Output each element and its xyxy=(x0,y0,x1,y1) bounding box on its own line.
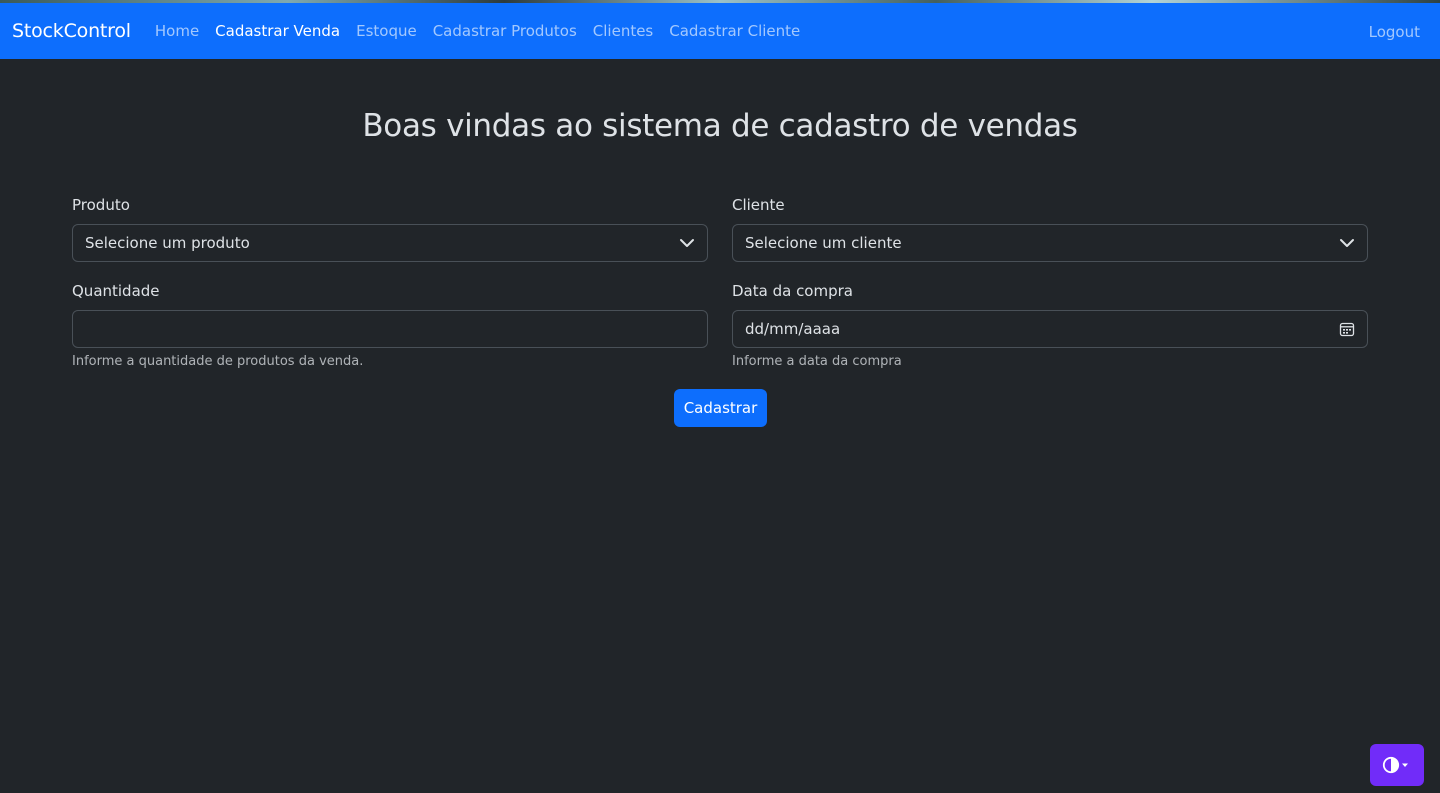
theme-toggle-button[interactable] xyxy=(1370,744,1424,786)
calendar-icon[interactable] xyxy=(1339,321,1355,337)
data-compra-field: Data da compra dd/mm/aaaa Informe a data… xyxy=(732,282,1368,369)
chevron-down-icon xyxy=(1340,239,1354,247)
cliente-label: Cliente xyxy=(732,196,785,214)
nav-link-home[interactable]: Home xyxy=(147,22,207,40)
nav-link-clientes[interactable]: Clientes xyxy=(585,22,661,40)
nav-link-cadastrar-venda[interactable]: Cadastrar Venda xyxy=(207,22,348,40)
navbar: StockControl Home Cadastrar Venda Estoqu… xyxy=(0,3,1440,59)
brand-logo[interactable]: StockControl xyxy=(12,20,131,42)
logout-link[interactable]: Logout xyxy=(1361,23,1428,41)
nav-right: Logout xyxy=(1361,22,1428,41)
page-title: Boas vindas ao sistema de cadastro de ve… xyxy=(362,108,1078,144)
quantidade-field: Quantidade Informe a quantidade de produ… xyxy=(72,282,708,369)
nav-links: Home Cadastrar Venda Estoque Cadastrar P… xyxy=(147,22,808,40)
data-compra-help-text: Informe a data da compra xyxy=(732,354,902,369)
nav-link-cadastrar-produtos[interactable]: Cadastrar Produtos xyxy=(425,22,585,40)
cliente-field: Cliente Selecione um cliente xyxy=(732,196,1368,262)
quantidade-label: Quantidade xyxy=(72,282,160,300)
data-compra-input[interactable]: dd/mm/aaaa xyxy=(732,310,1368,348)
data-compra-label: Data da compra xyxy=(732,282,853,300)
produto-label: Produto xyxy=(72,196,130,214)
produto-select[interactable]: Selecione um produto xyxy=(72,224,708,262)
data-compra-placeholder: dd/mm/aaaa xyxy=(745,320,841,338)
cadastrar-button[interactable]: Cadastrar xyxy=(674,389,767,427)
contrast-icon xyxy=(1382,756,1408,774)
cliente-select[interactable]: Selecione um cliente xyxy=(732,224,1368,262)
nav-link-cadastrar-cliente[interactable]: Cadastrar Cliente xyxy=(661,22,808,40)
produto-field: Produto Selecione um produto xyxy=(72,196,708,262)
quantidade-input[interactable] xyxy=(72,310,708,348)
produto-selected-value: Selecione um produto xyxy=(85,234,250,252)
chevron-down-icon xyxy=(680,239,694,247)
nav-link-estoque[interactable]: Estoque xyxy=(348,22,425,40)
cliente-selected-value: Selecione um cliente xyxy=(745,234,902,252)
quantidade-help-text: Informe a quantidade de produtos da vend… xyxy=(72,354,364,369)
